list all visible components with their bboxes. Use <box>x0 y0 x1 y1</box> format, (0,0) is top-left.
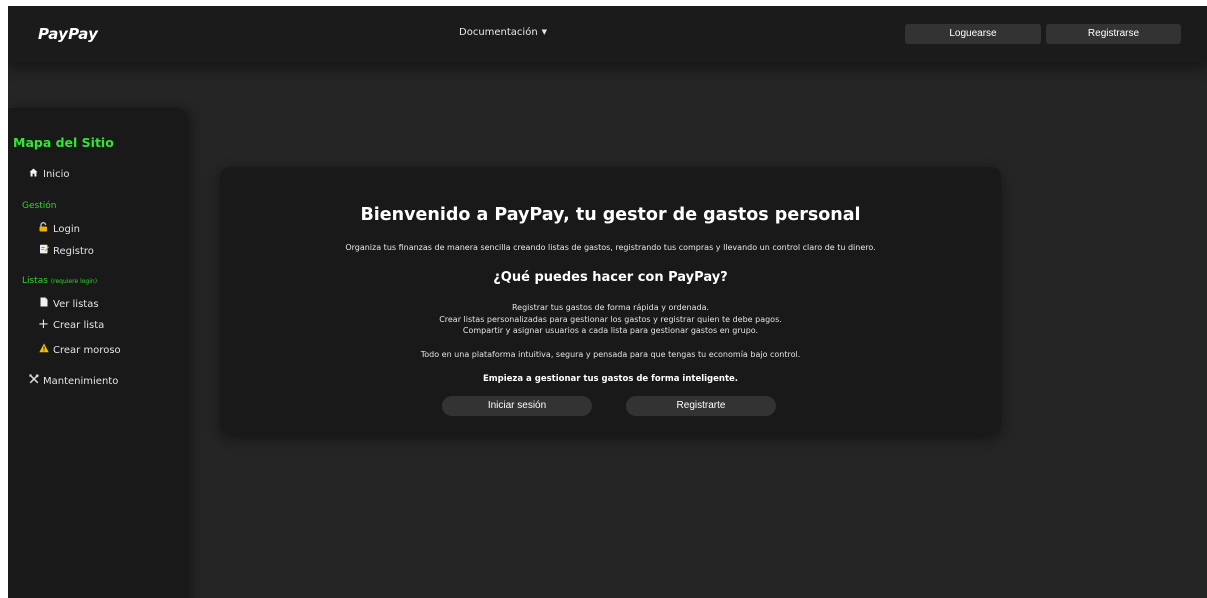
warning-icon <box>38 343 49 356</box>
documentation-dropdown[interactable]: Documentación ▼ <box>459 27 547 38</box>
note-icon <box>38 244 49 257</box>
sidebar-item-label: Login <box>53 224 80 235</box>
sidebar-item-create-list[interactable]: + Crear lista <box>38 317 105 332</box>
features-heading: ¿Qué puedes hacer con PayPay? <box>493 270 728 285</box>
summary-text: Todo en una plataforma intuitiva, segura… <box>420 350 801 359</box>
list-item: Registrar tus gastos de forma rápida y o… <box>511 303 710 312</box>
list-item: Crear listas personalizadas para gestion… <box>439 314 782 324</box>
sidebar-item-label: Crear moroso <box>53 345 121 356</box>
sidebar-item-label: Crear lista <box>53 320 105 331</box>
caret-down-icon: ▼ <box>541 28 548 36</box>
sidebar-item-label: Inicio <box>43 169 70 180</box>
section-label-management: Gestión <box>22 201 57 211</box>
sidebar-title: Mapa del Sitio <box>13 135 114 150</box>
lock-icon <box>38 222 49 235</box>
register-button[interactable]: Registrarse <box>1046 24 1181 44</box>
page-title: Bienvenido a PayPay, tu gestor de gastos… <box>360 205 861 225</box>
sidebar-item-label: Ver listas <box>53 299 99 310</box>
documentation-label: Documentación <box>459 27 538 38</box>
login-button[interactable]: Loguearse <box>905 24 1041 44</box>
top-navbar: PayPay Documentación ▼ Loguearse Registra… <box>8 6 1207 62</box>
plus-icon: + <box>38 317 49 332</box>
sidebar-item-registro[interactable]: Registro <box>38 244 94 257</box>
sidebar-item-maintenance[interactable]: Mantenimiento <box>28 374 118 387</box>
sidebar-item-view-lists[interactable]: Ver listas <box>38 297 99 310</box>
list-item: Compartir y asignar usuarios a cada list… <box>462 326 759 335</box>
section-label-lists: Listas (requiere login) <box>22 276 97 286</box>
section-label-lists-text: Listas <box>22 276 48 286</box>
sidebar-item-label: Mantenimiento <box>43 376 119 387</box>
feature-list: Registrar tus gastos de forma rápida y o… <box>220 302 1001 337</box>
sidebar-item-label: Registro <box>53 246 94 257</box>
document-icon <box>38 297 49 310</box>
home-icon <box>28 168 39 180</box>
sidebar-item-login[interactable]: Login <box>38 222 80 235</box>
login-required-note: (requiere login) <box>50 278 98 285</box>
sidebar-item-home[interactable]: Inicio <box>28 168 69 180</box>
app-window: PayPay Documentación ▼ Loguearse Registra… <box>8 6 1207 598</box>
sign-in-button[interactable]: Iniciar sesión <box>442 396 592 416</box>
intro-text: Organiza tus finanzas de manera sencilla… <box>345 243 876 252</box>
sidebar-item-create-debtor[interactable]: Crear moroso <box>38 343 121 356</box>
sign-up-button[interactable]: Registrarte <box>626 396 776 416</box>
welcome-card: Bienvenido a PayPay, tu gestor de gastos… <box>220 167 1001 435</box>
cta-text: Empieza a gestionar tus gastos de forma … <box>482 374 739 384</box>
sitemap-sidebar: Mapa del Sitio Inicio Gestión Login Regi… <box>8 108 188 598</box>
brand-logo[interactable]: PayPay <box>38 25 98 43</box>
tools-icon <box>28 374 39 387</box>
